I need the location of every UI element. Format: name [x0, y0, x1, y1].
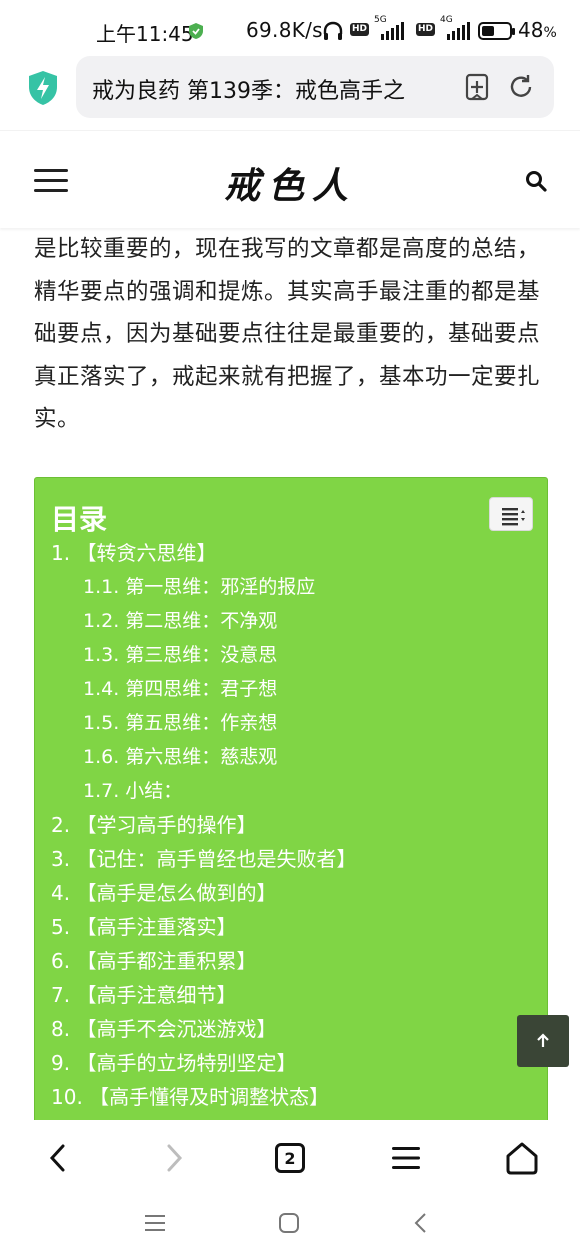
status-bar: 上午11:45 69.8K/s HD 5G HD 4G 48%: [0, 0, 580, 62]
arrow-up-icon: [537, 1033, 549, 1047]
toc-item[interactable]: 9. 【高手的立场特别坚定】: [51, 1046, 541, 1080]
browser-bottom-toolbar: 2: [0, 1120, 580, 1192]
home-icon: [506, 1142, 538, 1175]
back-icon: [414, 1213, 426, 1233]
shield-icon[interactable]: [28, 70, 58, 106]
toc-list: 1. 【转贪六思维】 1.1. 第一思维：邪淫的报应 1.2. 第二思维：不净观 1.…: [51, 536, 541, 1114]
toc-item[interactable]: 1.2. 第二思维：不净观: [51, 604, 541, 638]
system-back-button[interactable]: [406, 1208, 436, 1238]
toc-item[interactable]: 1.4. 第四思维：君子想: [51, 672, 541, 706]
toc-item[interactable]: 2. 【学习高手的操作】: [51, 808, 541, 842]
toc-item[interactable]: 1.7. 小结：: [51, 774, 541, 808]
status-time: 上午11:45: [96, 22, 194, 46]
battery-percent: 48%: [518, 18, 557, 42]
toc-item[interactable]: 6. 【高手都注重积累】: [51, 944, 541, 978]
bookmark-add-icon[interactable]: [462, 72, 492, 102]
signal-bars-icon: [447, 22, 471, 40]
site-logo[interactable]: 戒色人: [0, 157, 580, 209]
back-icon: [49, 1144, 65, 1172]
signal-bars-icon: [381, 22, 405, 40]
recents-button[interactable]: [140, 1208, 170, 1238]
toc-item[interactable]: 5. 【高手注重落实】: [51, 910, 541, 944]
toc-item[interactable]: 7. 【高手注意细节】: [51, 978, 541, 1012]
hd-badge: HD: [350, 23, 370, 36]
tabs-button[interactable]: 2: [270, 1138, 310, 1178]
toc-item[interactable]: 10. 【高手懂得及时调整状态】: [51, 1080, 541, 1114]
toc-toggle-button[interactable]: [489, 497, 533, 531]
article-body: 是比较重要的，现在我写的文章都是高度的总结，精华要点的强调和提炼。其实高手最注重…: [34, 228, 546, 441]
security-shield-icon: [189, 23, 203, 39]
table-of-contents: 目录 1. 【转贪六思维】 1.1. 第一思维：邪淫的报应 1.2. 第二思维：不净…: [34, 477, 548, 1127]
forward-icon: [167, 1144, 183, 1172]
hd-badge: HD: [416, 23, 436, 36]
network-speed: 69.8K/s: [246, 18, 323, 42]
toc-item[interactable]: 1.1. 第一思维：邪淫的报应: [51, 570, 541, 604]
toc-item[interactable]: 3. 【记住：高手曾经也是失败者】: [51, 842, 541, 876]
toc-item[interactable]: 1. 【转贪六思维】: [51, 536, 541, 570]
article-paragraph: 是比较重要的，现在我写的文章都是高度的总结，精华要点的强调和提炼。其实高手最注重…: [34, 236, 541, 432]
toc-item[interactable]: 8. 【高手不会沉迷游戏】: [51, 1012, 541, 1046]
page-title-url[interactable]: 戒为良药 第139季：戒色高手之: [92, 73, 448, 105]
back-button[interactable]: [38, 1138, 78, 1178]
battery-icon: [478, 22, 515, 40]
headphones-icon: [323, 21, 343, 40]
recents-icon: [145, 1215, 165, 1231]
home-button[interactable]: [502, 1138, 542, 1178]
list-toggle-icon: [502, 508, 525, 526]
system-home-button[interactable]: [274, 1208, 304, 1238]
home-icon: [279, 1213, 299, 1233]
forward-button[interactable]: [154, 1138, 194, 1178]
menu-icon: [392, 1147, 420, 1169]
menu-button[interactable]: [386, 1138, 426, 1178]
search-icon[interactable]: [524, 169, 548, 193]
reload-icon[interactable]: [506, 72, 536, 102]
toc-item[interactable]: 1.5. 第五思维：作亲想: [51, 706, 541, 740]
browser-address-bar: 戒为良药 第139季：戒色高手之: [0, 54, 580, 130]
toc-item[interactable]: 1.3. 第三思维：没意思: [51, 638, 541, 672]
tab-count: 2: [275, 1143, 305, 1173]
battery-level: [482, 26, 494, 36]
toc-item[interactable]: 4. 【高手是怎么做到的】: [51, 876, 541, 910]
sim2-signal: HD 4G: [416, 15, 473, 40]
sim1-signal: HD 5G: [350, 15, 407, 40]
toc-item[interactable]: 1.6. 第六思维：慈悲观: [51, 740, 541, 774]
system-navigation-bar: [0, 1192, 580, 1257]
site-header: 戒色人: [0, 130, 580, 228]
toc-title: 目录: [51, 503, 108, 536]
url-field[interactable]: 戒为良药 第139季：戒色高手之: [76, 56, 554, 118]
back-to-top-button[interactable]: [517, 1015, 569, 1067]
